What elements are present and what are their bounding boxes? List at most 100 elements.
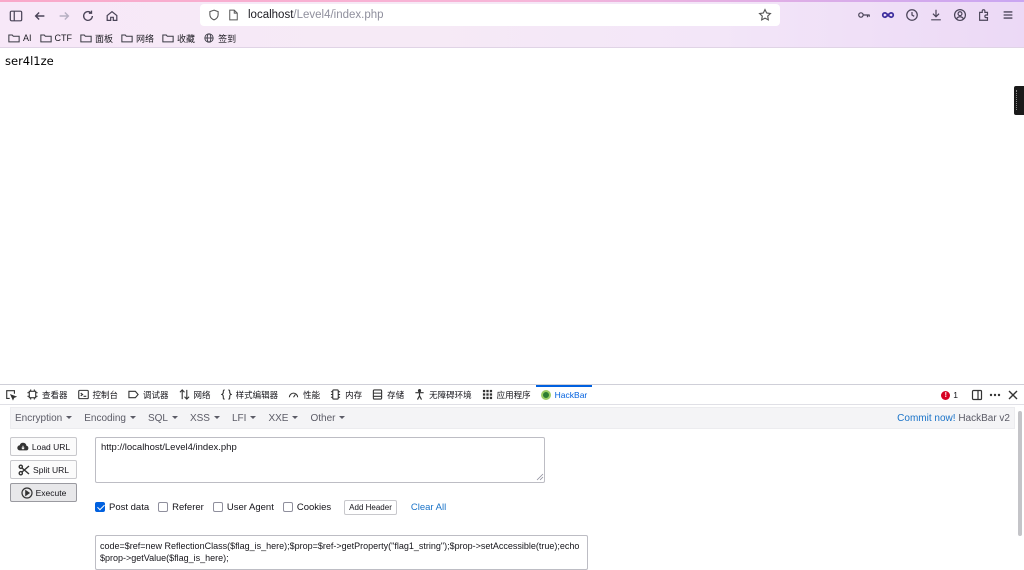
console-icon xyxy=(77,389,89,400)
more-options-icon[interactable] xyxy=(986,386,1004,404)
option-label: Cookies xyxy=(296,501,332,513)
browser-toolbar: localhost/Level4/index.php AI CTF 面板 网络 … xyxy=(0,0,1024,48)
bookmarks-bar: AI CTF 面板 网络 收藏 签到 xyxy=(0,30,236,46)
referer-checkbox[interactable]: Referer xyxy=(158,502,204,513)
menu-other[interactable]: Other xyxy=(310,413,345,424)
bookmark-star-icon[interactable] xyxy=(758,8,772,22)
account-icon[interactable] xyxy=(951,6,969,24)
bookmark-label: 面板 xyxy=(95,33,114,44)
post-data-textarea[interactable]: code=$ref=new ReflectionClass($flag_is_h… xyxy=(95,535,588,570)
side-tab-grip xyxy=(1016,90,1022,110)
forward-icon[interactable] xyxy=(54,6,74,26)
cookies-checkbox[interactable]: Cookies xyxy=(282,501,332,513)
tab-label: 应用程序 xyxy=(496,389,531,400)
menu-sql[interactable]: SQL xyxy=(148,413,178,424)
tab-memory[interactable]: 内存 xyxy=(325,385,367,405)
history-icon[interactable] xyxy=(903,6,921,24)
sidebar-toggle-icon[interactable] xyxy=(6,6,26,26)
folder-icon xyxy=(8,34,20,43)
bookmark-folder[interactable]: 网络 xyxy=(121,32,154,45)
tab-style-editor[interactable]: 样式编辑器 xyxy=(216,385,284,405)
tab-label: 网络 xyxy=(193,389,211,400)
url-host: localhost xyxy=(248,9,294,21)
url-text[interactable]: localhost/Level4/index.php xyxy=(248,9,384,21)
floating-side-tab[interactable] xyxy=(1014,86,1024,115)
bookmark-label: AI xyxy=(23,33,32,43)
bookmark-label: 网络 xyxy=(136,33,155,44)
option-label: User Agent xyxy=(226,501,274,513)
key-icon[interactable] xyxy=(855,6,873,24)
scissors-icon xyxy=(18,463,30,475)
element-picker-icon[interactable] xyxy=(0,385,22,405)
tab-inspector[interactable]: 查看器 xyxy=(22,385,73,405)
close-icon[interactable] xyxy=(1004,386,1022,404)
menu-lfi[interactable]: LFI xyxy=(232,413,256,424)
devtools-scrollbar[interactable] xyxy=(1018,411,1022,536)
tab-hackbar[interactable]: HackBar xyxy=(536,385,593,405)
tab-label: 无障碍环境 xyxy=(429,389,472,400)
bookmark-link[interactable]: 签到 xyxy=(203,32,236,45)
download-icon[interactable] xyxy=(927,6,945,24)
cloud-download-icon xyxy=(17,442,29,450)
extension-infinity-icon[interactable] xyxy=(879,6,897,24)
tab-storage[interactable]: 存储 xyxy=(367,385,409,405)
load-url-button[interactable]: Load URL xyxy=(10,437,77,456)
menu-xxe[interactable]: XXE xyxy=(268,413,298,424)
checkbox-unchecked-icon xyxy=(158,502,169,512)
tab-label: 调试器 xyxy=(143,389,169,400)
clear-all-link[interactable]: Clear All xyxy=(411,502,446,513)
bookmark-folder[interactable]: CTF xyxy=(39,33,72,43)
reload-icon[interactable] xyxy=(78,6,98,26)
button-label: Execute xyxy=(35,487,67,498)
error-counter[interactable]: ! 1 xyxy=(941,390,958,400)
tab-label: 查看器 xyxy=(42,389,68,400)
error-count: 1 xyxy=(953,390,958,400)
menu-xss[interactable]: XSS xyxy=(190,413,220,424)
app-grid-icon xyxy=(482,389,492,400)
folder-icon xyxy=(121,34,133,43)
devtools-right-controls: ! 1 xyxy=(941,385,1022,405)
tab-accessibility[interactable]: 无障碍环境 xyxy=(409,385,477,405)
tab-debugger[interactable]: 调试器 xyxy=(123,385,174,405)
menu-encoding[interactable]: Encoding xyxy=(84,413,136,424)
accessibility-icon xyxy=(415,389,424,400)
globe-icon xyxy=(204,33,214,43)
tab-performance[interactable]: 性能 xyxy=(283,385,325,405)
tab-console[interactable]: 控制台 xyxy=(73,385,124,405)
url-textarea[interactable]: http://localhost/Level4/index.php xyxy=(95,437,545,483)
menu-icon[interactable] xyxy=(999,6,1017,24)
commit-now-link[interactable]: Commit now! xyxy=(897,413,955,424)
shield-icon[interactable] xyxy=(208,9,220,21)
bookmark-folder[interactable]: 收藏 xyxy=(162,32,195,45)
tab-label: 性能 xyxy=(303,389,321,400)
page-body-text: ser4l1ze xyxy=(5,54,54,68)
extensions-icon[interactable] xyxy=(975,6,993,24)
dock-side-icon[interactable] xyxy=(968,386,986,404)
tab-application[interactable]: 应用程序 xyxy=(477,385,536,405)
execute-button[interactable]: Execute xyxy=(10,483,77,502)
url-path: /Level4/index.php xyxy=(293,9,384,21)
page-info-icon[interactable] xyxy=(228,9,239,21)
option-label: Referer xyxy=(172,501,204,513)
debugger-icon xyxy=(128,390,139,399)
resize-grip-icon[interactable] xyxy=(536,473,544,481)
home-icon[interactable] xyxy=(102,6,122,26)
hackbar-menu-bar: Encryption Encoding SQL XSS LFI XXE Othe… xyxy=(10,407,1015,429)
button-label: Load URL xyxy=(31,441,71,452)
folder-icon xyxy=(39,34,52,43)
bookmark-folder[interactable]: 面板 xyxy=(80,32,113,45)
menu-encryption[interactable]: Encryption xyxy=(15,413,72,424)
add-header-button[interactable]: Add Header xyxy=(344,499,397,515)
address-bar[interactable]: localhost/Level4/index.php xyxy=(200,4,780,26)
bookmark-folder[interactable]: AI xyxy=(8,33,32,43)
tab-network[interactable]: 网络 xyxy=(174,385,216,405)
toolbar-divider xyxy=(0,47,1024,48)
inspector-icon xyxy=(27,389,38,400)
checkbox-checked-icon xyxy=(95,502,105,512)
tab-label: HackBar xyxy=(554,389,588,400)
user-agent-checkbox[interactable]: User Agent xyxy=(212,501,274,513)
tab-label: 内存 xyxy=(345,389,363,400)
back-icon[interactable] xyxy=(30,6,50,26)
split-url-button[interactable]: Split URL xyxy=(10,460,77,479)
post-data-checkbox[interactable]: Post data xyxy=(95,502,149,513)
